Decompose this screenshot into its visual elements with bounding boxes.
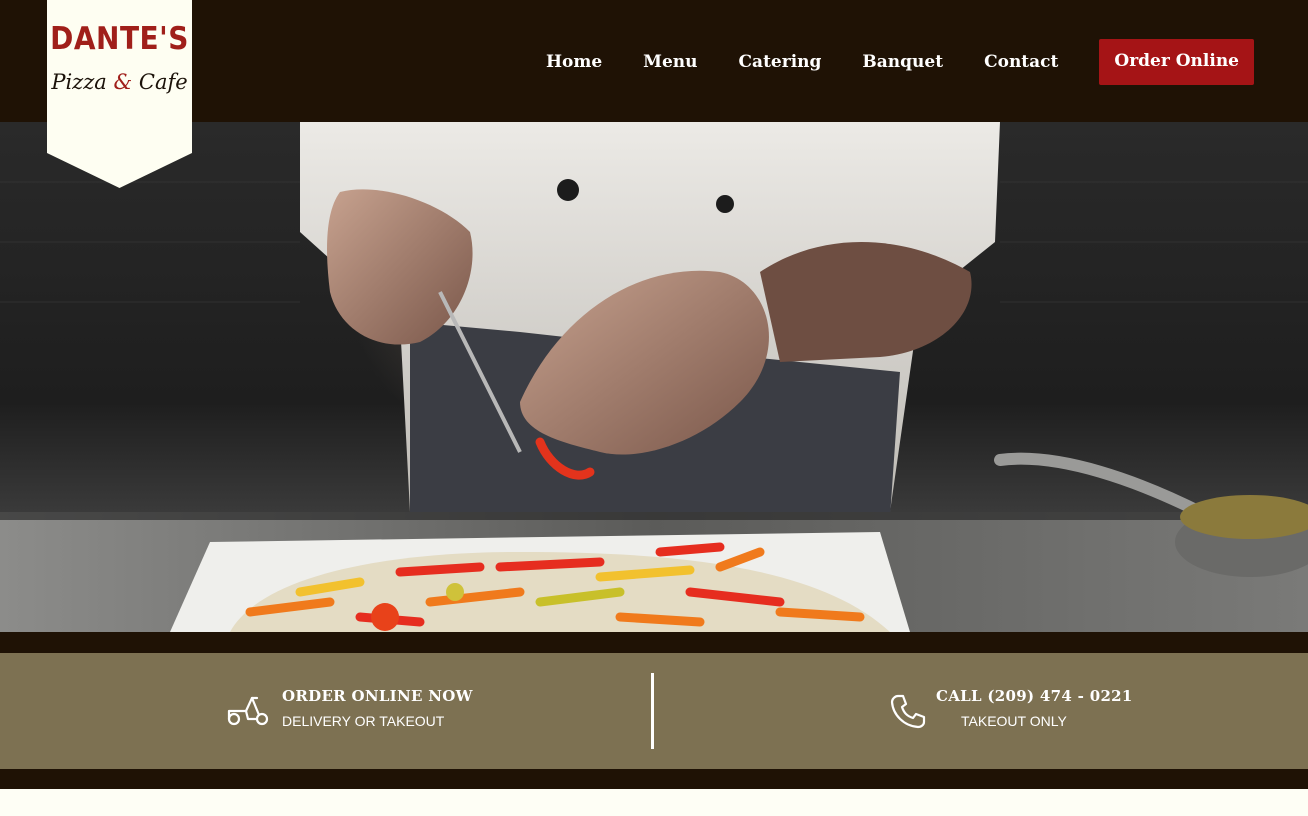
logo-tagline-cafe: Cafe [138,70,188,94]
main-nav: Home Menu Catering Banquet Contact Order… [546,39,1254,85]
site-header: Home Menu Catering Banquet Contact Order… [0,0,1308,122]
order-online-title: ORDER ONLINE NOW [282,687,473,705]
nav-contact-link[interactable]: Contact [984,52,1058,72]
content-area [0,789,1308,816]
info-band: ORDER ONLINE NOW DELIVERY OR TAKEOUT CAL… [0,653,1308,769]
nav-banquet-link[interactable]: Banquet [862,52,943,72]
call-title: CALL (209) 474 - 0221 [936,687,1133,705]
band-divider [651,673,654,749]
hero-image [0,122,1308,632]
nav-home-link[interactable]: Home [546,52,602,72]
logo-tagline: Pizza & Cafe [47,70,192,94]
logo-title: DANTE'S [50,20,189,57]
call-phone-link[interactable]: CALL (209) 474 - 0221 TAKEOUT ONLY [890,685,1132,735]
nav-menu-link[interactable]: Menu [643,52,697,72]
phone-icon [890,694,926,729]
footer-stripe [0,769,1308,789]
divider-stripe [0,632,1308,653]
logo-tagline-amp: & [113,70,133,94]
order-online-button[interactable]: Order Online [1099,39,1254,85]
call-subtitle: TAKEOUT ONLY [961,713,1067,729]
scooter-icon [227,696,269,726]
logo[interactable]: DANTE'S Pizza & Cafe [47,0,192,188]
order-online-subtitle: DELIVERY OR TAKEOUT [282,713,445,729]
order-online-now-link[interactable]: ORDER ONLINE NOW DELIVERY OR TAKEOUT [226,685,472,735]
logo-tagline-pizza: Pizza [51,70,107,94]
hero-chef-photo [0,122,1308,632]
nav-catering-link[interactable]: Catering [739,52,822,72]
